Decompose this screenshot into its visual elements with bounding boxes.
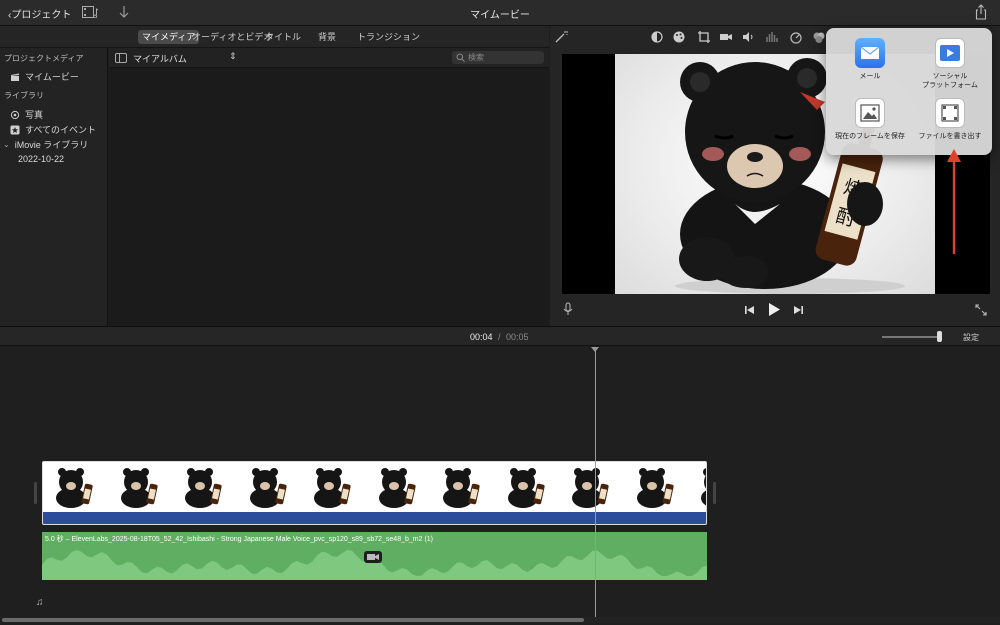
clip-thumbnail xyxy=(495,462,560,512)
clip-thumbnail xyxy=(108,462,173,512)
share-icon[interactable] xyxy=(974,4,988,20)
clip-thumbnail xyxy=(688,462,706,512)
timeline: 5.0 秒 – ElevenLabs_2025-08-18T05_52_42_I… xyxy=(0,347,1000,625)
audio-clip-badge-icon xyxy=(364,551,382,563)
star-icon xyxy=(10,125,20,134)
share-save-frame-option[interactable]: 現在のフレームを保存 xyxy=(832,98,908,141)
clip-trim-handle-right[interactable] xyxy=(713,482,716,504)
tab-backgrounds[interactable]: 背景 xyxy=(314,30,340,44)
clip-thumbnail xyxy=(43,462,108,512)
social-platform-icon xyxy=(935,38,965,68)
audio-clip[interactable]: 5.0 秒 – ElevenLabs_2025-08-18T05_52_42_I… xyxy=(42,532,707,580)
save-frame-icon xyxy=(855,98,885,128)
tab-titles[interactable]: タイトル xyxy=(261,30,305,44)
clip-thumbnail xyxy=(237,462,302,512)
fullscreen-icon[interactable] xyxy=(975,304,987,316)
album-selector-label[interactable]: マイアルバム xyxy=(133,52,187,65)
current-time: 00:04 xyxy=(470,332,493,342)
speed-icon[interactable] xyxy=(789,30,803,44)
sidebar-item-event-date[interactable]: 2022-10-22 xyxy=(18,154,64,164)
share-option-label: ファイルを書き出す xyxy=(918,133,982,140)
play-icon[interactable] xyxy=(768,302,781,317)
project-title: マイムービー xyxy=(470,10,530,21)
annotation-arrow-icon xyxy=(947,149,961,254)
video-clip[interactable] xyxy=(42,461,707,525)
share-option-label: メール xyxy=(859,73,881,80)
clip-thumbnail xyxy=(624,462,689,512)
tab-transitions[interactable]: トランジション xyxy=(353,30,424,44)
audio-clip-label: 5.0 秒 – ElevenLabs_2025-08-18T05_52_42_I… xyxy=(45,536,433,543)
clip-thumbnails xyxy=(43,462,706,512)
search-field[interactable] xyxy=(452,51,544,64)
media-browser: マイアルバム ⇕ xyxy=(109,48,549,326)
mail-icon xyxy=(855,38,885,68)
clip-thumbnail xyxy=(559,462,624,512)
scrollbar-thumb[interactable] xyxy=(2,618,584,622)
top-toolbar: ‹プロジェクト マイムービー xyxy=(0,0,1000,26)
library-sidebar: プロジェクトメディア マイムービー ライブラリ 写真 すべてのイベント ⌄ iM… xyxy=(0,48,108,326)
clip-filter-icon[interactable] xyxy=(812,30,826,44)
video-clip-bar xyxy=(43,512,706,524)
share-mail-option[interactable]: メール xyxy=(832,38,908,81)
share-popover: メール ソーシャル プラットフォーム 現在のフレームを保存 ファイルを書き出す xyxy=(826,28,992,155)
total-duration: 00:05 xyxy=(506,332,529,342)
time-separator: / xyxy=(498,332,501,342)
clip-thumbnail xyxy=(172,462,237,512)
search-icon xyxy=(456,53,465,62)
browser-tab-bar: マイメディア オーディオとビデオ タイトル 背景 トランジション xyxy=(0,26,549,48)
skip-back-icon[interactable] xyxy=(745,305,755,315)
sidebar-item-label: 2022-10-22 xyxy=(18,154,65,164)
timeline-settings-button[interactable]: 設定 xyxy=(963,332,979,343)
clip-thumbnail xyxy=(430,462,495,512)
sidebar-toggle-icon[interactable] xyxy=(115,53,127,63)
photos-icon xyxy=(10,110,20,119)
search-input[interactable] xyxy=(468,51,540,64)
sidebar-item-label: すべてのイベント xyxy=(25,125,97,135)
crop-icon[interactable] xyxy=(697,30,711,44)
clip-trim-handle-left[interactable] xyxy=(34,482,37,504)
background-music-icon: ♫ xyxy=(36,597,44,608)
chevron-down-icon: ⌄ xyxy=(3,140,10,149)
skip-forward-icon[interactable] xyxy=(793,305,803,315)
share-option-label: 現在のフレームを保存 xyxy=(835,133,905,140)
stabilization-camera-icon[interactable] xyxy=(719,30,733,44)
noise-equalizer-icon[interactable] xyxy=(765,30,779,44)
clip-thumbnail xyxy=(301,462,366,512)
media-browser-bar: マイアルバム ⇕ xyxy=(109,48,549,68)
timeline-header: 00:04 / 00:05 設定 xyxy=(0,326,1000,346)
library-heading: ライブラリ xyxy=(4,91,44,100)
playhead[interactable] xyxy=(595,347,596,617)
color-balance-icon[interactable] xyxy=(650,30,664,44)
sidebar-item-photos[interactable]: 写真 xyxy=(10,108,43,121)
share-option-label: ソーシャル プラットフォーム xyxy=(922,73,978,89)
share-export-file-option[interactable]: ファイルを書き出す xyxy=(912,98,988,141)
sidebar-item-my-movie[interactable]: マイムービー xyxy=(10,70,79,83)
clapperboard-icon xyxy=(11,73,19,81)
project-media-heading: プロジェクトメディア xyxy=(4,54,84,63)
timeline-scrollbar[interactable] xyxy=(0,617,1000,623)
color-correction-icon[interactable] xyxy=(672,30,686,44)
sidebar-item-library[interactable]: ⌄ iMovie ライブラリ xyxy=(3,138,88,151)
sidebar-item-all-events[interactable]: すべてのイベント xyxy=(10,123,96,136)
magic-wand-icon[interactable] xyxy=(554,30,568,44)
clip-thumbnail xyxy=(366,462,431,512)
volume-icon[interactable] xyxy=(741,30,755,44)
export-file-icon xyxy=(935,98,965,128)
voiceover-microphone-icon[interactable] xyxy=(562,302,574,316)
sidebar-item-label: マイムービー xyxy=(25,72,79,82)
chevron-updown-icon[interactable]: ⇕ xyxy=(229,51,237,62)
sidebar-item-label: iMovie ライブラリ xyxy=(14,140,89,150)
sidebar-item-label: 写真 xyxy=(25,110,44,120)
zoom-slider-handle[interactable] xyxy=(937,331,942,342)
timeline-zoom-slider[interactable] xyxy=(882,336,940,338)
share-social-option[interactable]: ソーシャル プラットフォーム xyxy=(912,38,988,90)
